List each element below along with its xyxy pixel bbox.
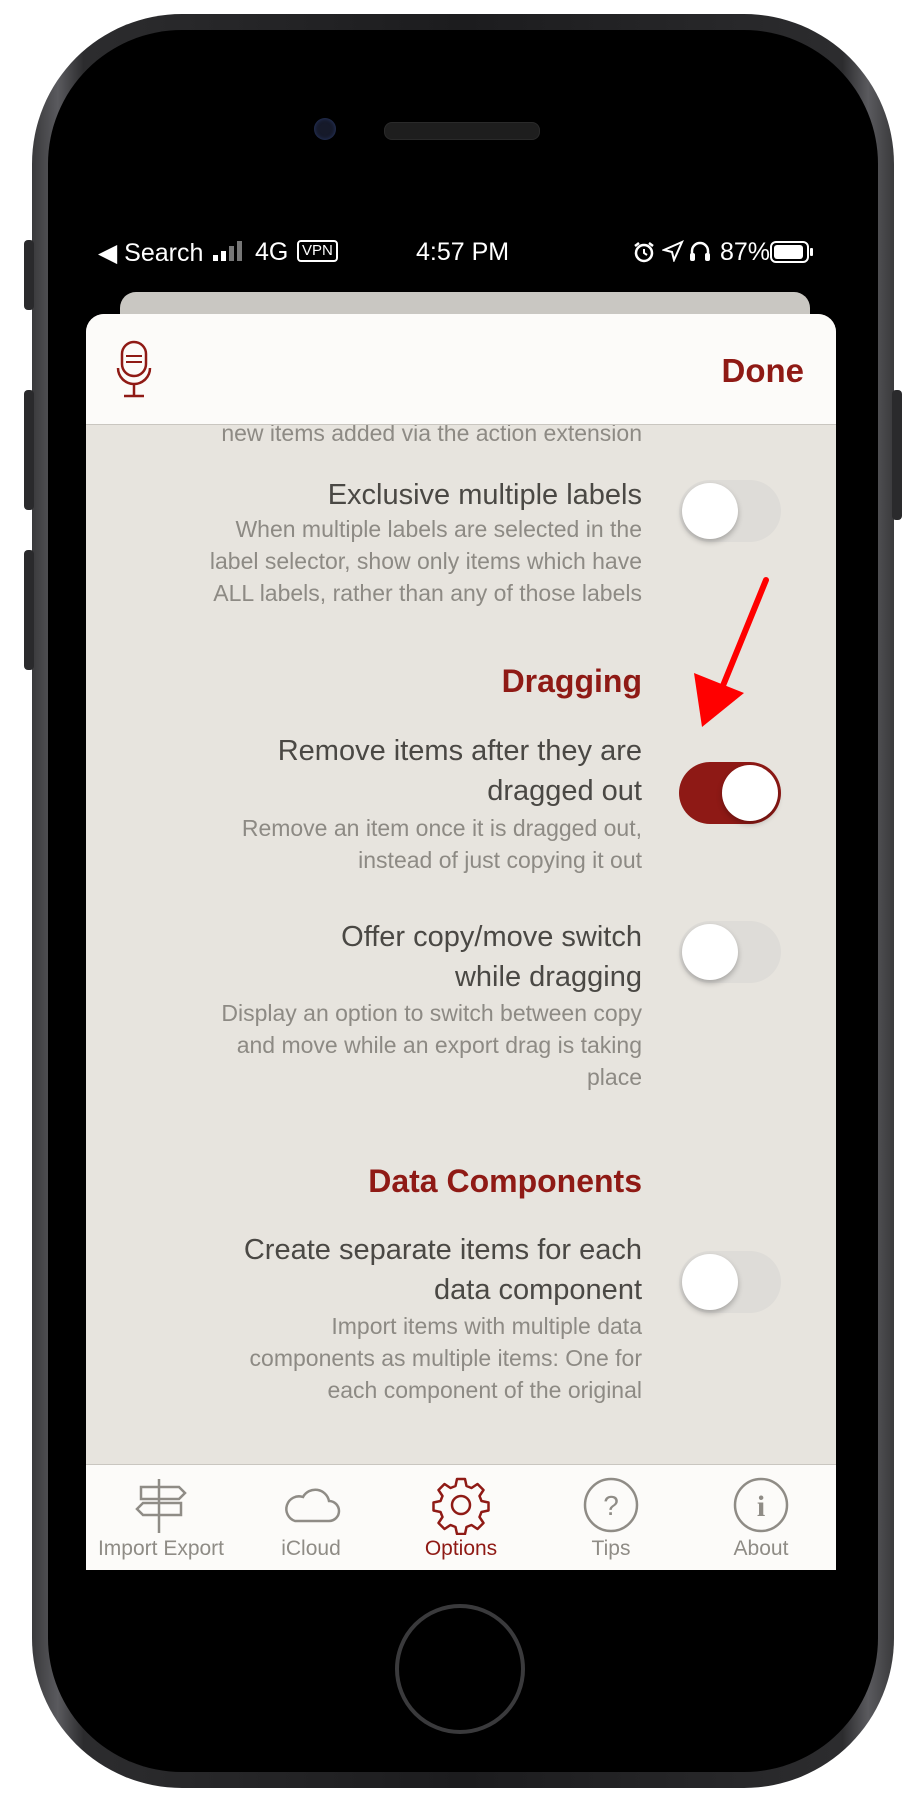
exclusive-labels-toggle[interactable]	[679, 480, 781, 542]
tab-label: Import Export	[97, 1537, 225, 1560]
copy-move-switch-desc-2: and move while an export drag is taking	[236, 1032, 642, 1058]
toggle-knob	[682, 924, 738, 980]
toggle-knob	[682, 1254, 738, 1310]
separate-items-desc-1: Import items with multiple data	[331, 1313, 642, 1339]
front-camera	[314, 118, 336, 140]
exclusive-labels-title: Exclusive multiple labels	[327, 479, 642, 511]
tab-label: Options	[424, 1537, 498, 1560]
exclusive-labels-desc-1: When multiple labels are selected in the	[235, 516, 642, 542]
separate-items-title-1: Create separate items for each	[243, 1234, 642, 1266]
alarm-icon	[632, 240, 656, 271]
exclusive-labels-desc-2: label selector, show only items which ha…	[209, 548, 642, 574]
vpn-badge: VPN	[297, 240, 338, 262]
copy-move-switch-title-2: while dragging	[454, 961, 642, 993]
volume-down-button	[24, 550, 34, 670]
options-sheet: Done new items added via the action exte…	[86, 314, 836, 1570]
toggle-knob	[682, 483, 738, 539]
done-button[interactable]: Done	[722, 352, 805, 390]
svg-text:?: ?	[603, 1490, 619, 1521]
info-icon: i	[733, 1477, 789, 1533]
tab-icloud[interactable]: iCloud	[236, 1465, 386, 1570]
separate-items-desc-2: components as multiple items: One for	[249, 1345, 642, 1371]
back-to-search-link[interactable]: ◀ Search	[98, 238, 203, 268]
annotation-arrow	[694, 577, 769, 727]
cloud-icon	[285, 1488, 341, 1523]
tab-bar: Import Export iCloud Options ? Tips i Ab…	[86, 1464, 836, 1570]
tab-label: Tips	[591, 1537, 631, 1560]
location-icon	[660, 240, 684, 269]
signpost-icon	[135, 1479, 187, 1533]
remove-after-drag-title-2: dragged out	[487, 775, 642, 807]
remove-after-drag-title-1: Remove items after they are	[277, 735, 642, 767]
tab-label: iCloud	[281, 1537, 341, 1560]
headphones-icon	[688, 239, 712, 270]
power-button	[892, 390, 902, 520]
copy-move-switch-title-1: Offer copy/move switch	[341, 921, 642, 953]
svg-text:i: i	[757, 1490, 765, 1523]
toggle-knob	[722, 765, 778, 821]
copy-move-switch-toggle[interactable]	[679, 921, 781, 983]
copy-move-switch-desc-3: place	[587, 1064, 642, 1090]
navigation-bar: Done	[86, 314, 836, 425]
cut-off-description: new items added via the action extension	[221, 425, 642, 446]
data-components-section-header: Data Components	[368, 1163, 642, 1199]
options-list[interactable]: new items added via the action extension…	[86, 425, 836, 1465]
status-bar: ◀ Search 4G VPN 4:57 PM 87%	[80, 230, 836, 280]
battery-percent: 87%	[720, 238, 771, 266]
phone-screen: ◀ Search 4G VPN 4:57 PM 87% Done new ite…	[80, 230, 836, 1570]
remove-after-drag-toggle[interactable]	[679, 762, 781, 824]
tab-tips[interactable]: ? Tips	[536, 1465, 686, 1570]
separate-items-desc-3: each component of the original	[327, 1377, 642, 1403]
tab-options[interactable]: Options	[386, 1465, 536, 1570]
question-icon: ?	[583, 1477, 639, 1533]
battery-icon	[770, 241, 814, 270]
earpiece-speaker	[384, 122, 540, 140]
remove-after-drag-desc-2: instead of just copying it out	[358, 847, 642, 873]
microphone-icon[interactable]	[116, 340, 152, 403]
gear-icon	[432, 1477, 490, 1535]
signal-icon	[213, 240, 247, 269]
silent-switch	[24, 240, 34, 310]
dragging-section-header: Dragging	[501, 663, 642, 699]
network-type: 4G	[255, 238, 289, 266]
separate-items-toggle[interactable]	[679, 1251, 781, 1313]
tab-about[interactable]: i About	[686, 1465, 836, 1570]
separate-items-title-2: data component	[434, 1274, 642, 1306]
home-button[interactable]	[395, 1604, 525, 1734]
clock: 4:57 PM	[416, 238, 510, 266]
tab-label: About	[733, 1537, 789, 1560]
exclusive-labels-desc-3: ALL labels, rather than any of those lab…	[213, 580, 642, 606]
copy-move-switch-desc-1: Display an option to switch between copy	[221, 1000, 642, 1026]
volume-up-button	[24, 390, 34, 510]
remove-after-drag-desc-1: Remove an item once it is dragged out,	[241, 815, 642, 841]
tab-import-export[interactable]: Import Export	[86, 1465, 236, 1570]
